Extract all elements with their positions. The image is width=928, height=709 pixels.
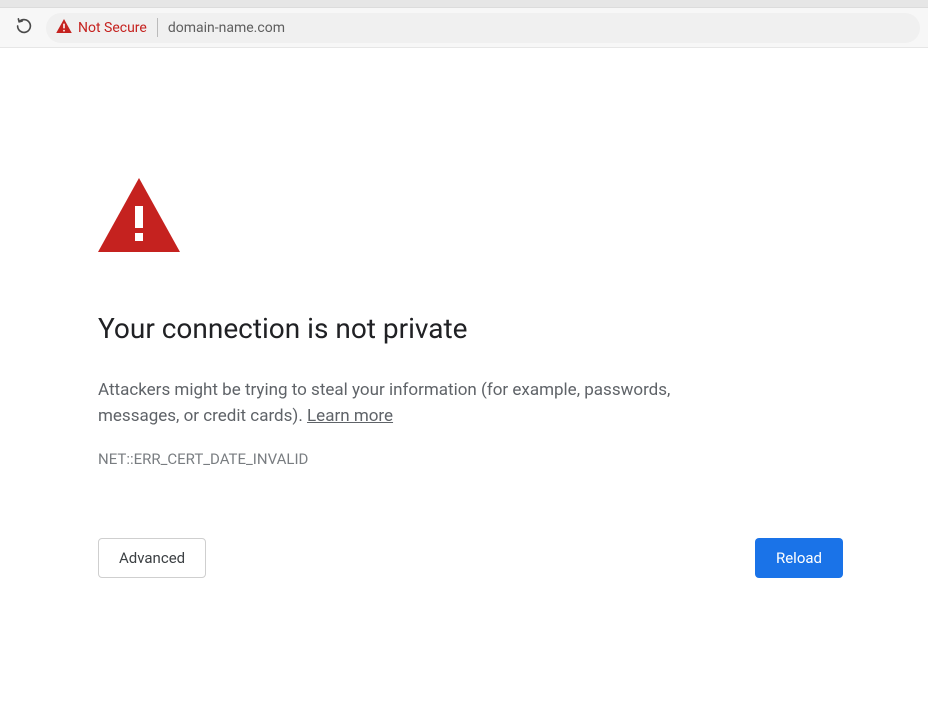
warning-heading: Your connection is not private [98, 312, 843, 345]
url-text: domain-name.com [168, 20, 285, 36]
address-bar[interactable]: Not Secure domain-name.com [46, 13, 920, 43]
security-status-text: Not Secure [78, 20, 147, 36]
learn-more-link[interactable]: Learn more [307, 406, 393, 426]
error-code: NET::ERR_CERT_DATE_INVALID [98, 450, 843, 468]
reload-button[interactable]: Reload [755, 538, 843, 578]
security-indicator[interactable]: Not Secure [56, 18, 158, 37]
window-top-strip [0, 0, 928, 8]
interstitial-content: Your connection is not private Attackers… [0, 48, 928, 578]
advanced-button[interactable]: Advanced [98, 538, 206, 578]
button-row: Advanced Reload [98, 538, 843, 578]
browser-toolbar: Not Secure domain-name.com [0, 8, 928, 48]
warning-description: Attackers might be trying to steal your … [98, 377, 678, 430]
warning-triangle-icon [56, 18, 72, 37]
reload-icon [15, 17, 33, 39]
warning-big-icon [98, 178, 180, 252]
reload-toolbar-button[interactable] [8, 12, 40, 44]
